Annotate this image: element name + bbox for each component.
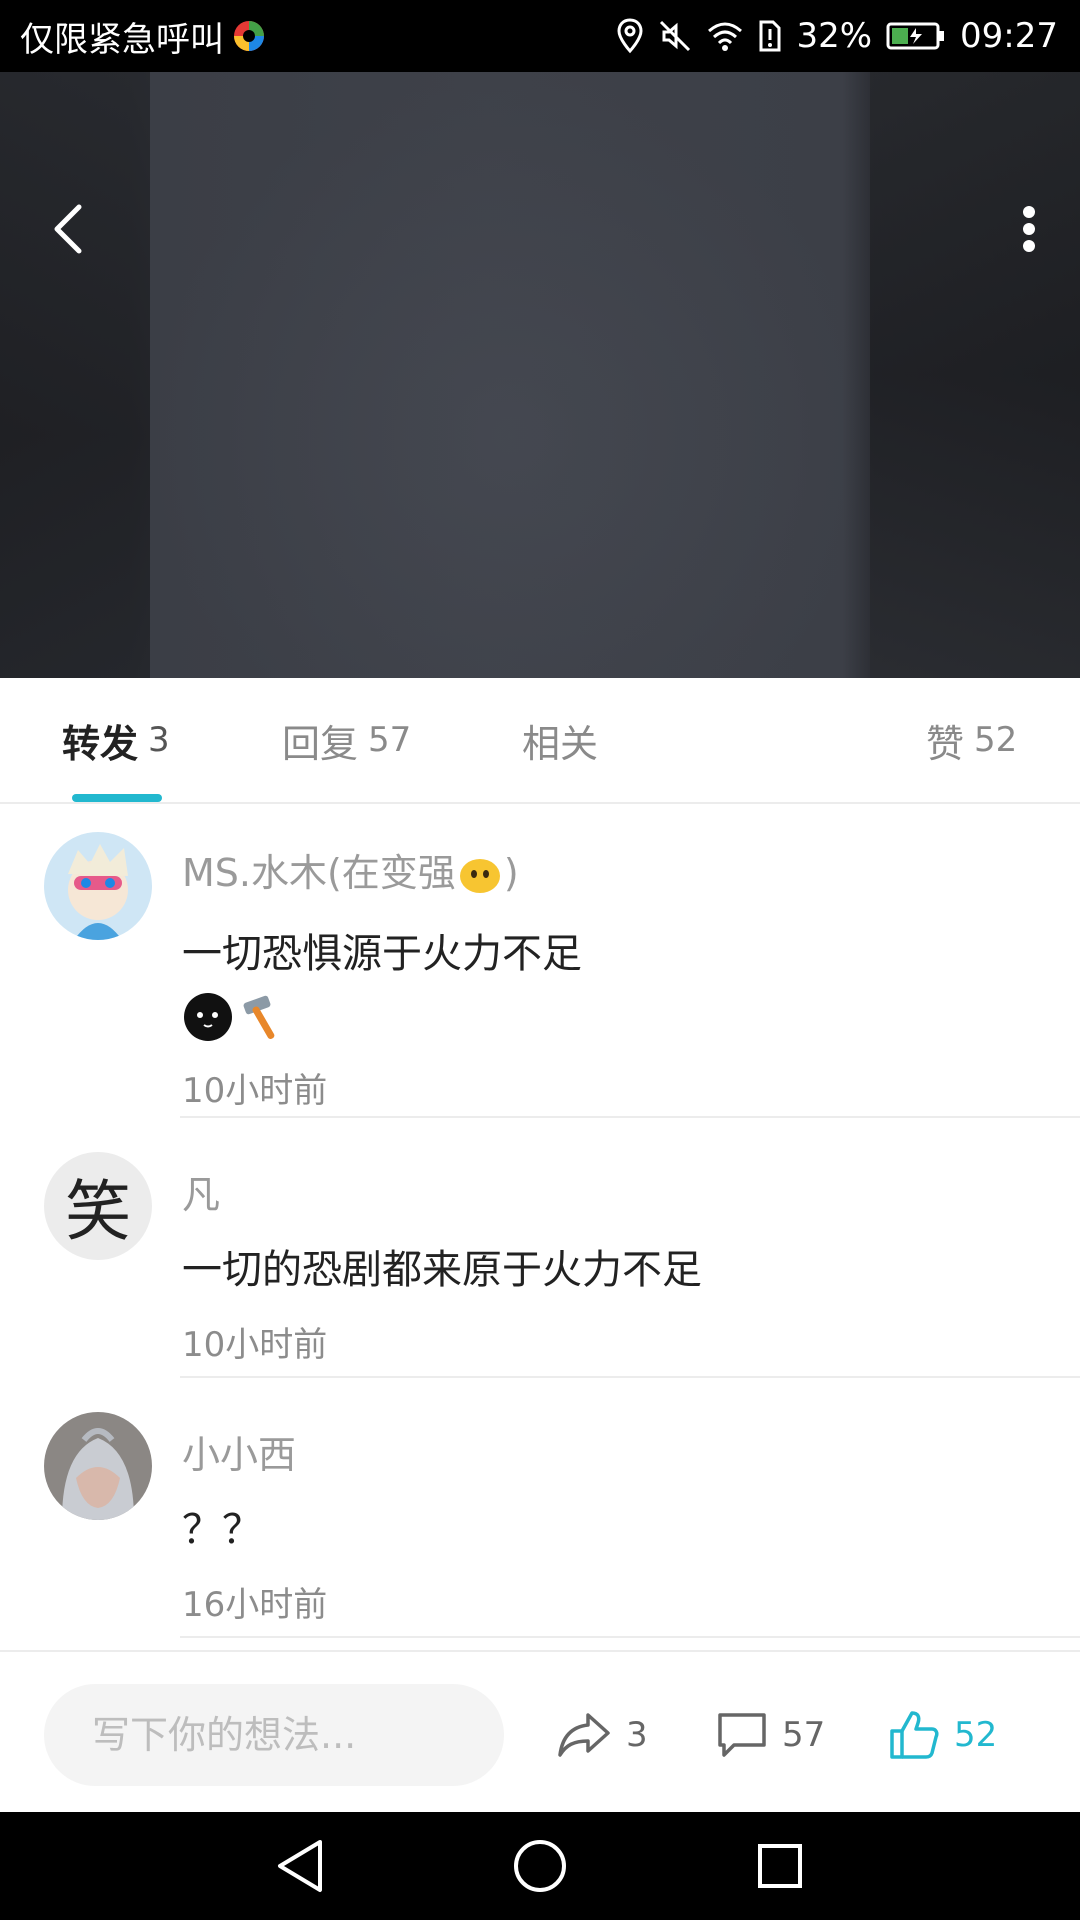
media-preview[interactable] <box>0 72 1080 678</box>
tab-count: 52 <box>974 720 1018 760</box>
tab-related[interactable]: 相关 <box>522 678 598 802</box>
sim-alert-icon <box>758 19 782 53</box>
tab-label: 转发 <box>62 721 139 766</box>
comment-button[interactable]: 57 <box>716 1684 825 1786</box>
avatar[interactable]: 笑 <box>44 1152 152 1260</box>
active-tab-indicator <box>72 794 162 802</box>
clock: 09:27 <box>960 16 1058 56</box>
author-name: MS.水木(在变强 <box>182 851 456 895</box>
dark-face-emoji-icon <box>184 993 232 1041</box>
comment-author[interactable]: 凡 <box>182 1164 702 1219</box>
hammer-emoji-icon <box>243 995 275 1039</box>
tab-bar: 转发 3 回复 57 相关 赞 52 <box>0 678 1080 804</box>
tab-likes[interactable]: 赞 52 <box>926 678 1017 802</box>
back-button[interactable] <box>38 196 96 262</box>
thumbs-up-icon <box>890 1711 939 1759</box>
chevron-left-icon <box>54 204 82 254</box>
tab-label: 相关 <box>522 721 599 766</box>
nav-home-button[interactable] <box>480 1812 600 1920</box>
tab-label: 赞 <box>926 721 965 766</box>
tab-replies[interactable]: 回复 57 <box>282 678 411 802</box>
divider <box>180 1376 1080 1378</box>
carrier-text: 仅限紧急呼叫 <box>20 19 224 60</box>
comment-text: ？？ <box>182 1507 262 1553</box>
media-shadow-left <box>0 72 150 678</box>
share-button[interactable]: 3 <box>556 1684 648 1786</box>
bottom-action-bar: 3 57 52 <box>0 1650 1080 1814</box>
app-badge-icon <box>232 19 266 53</box>
triangle-back-icon <box>278 1840 322 1892</box>
comment-stickers <box>182 989 582 1045</box>
more-vertical-icon <box>1023 206 1035 252</box>
nav-recents-button[interactable] <box>720 1812 840 1920</box>
circle-home-icon <box>514 1840 566 1892</box>
battery-icon <box>886 21 946 51</box>
comment-count: 57 <box>782 1715 826 1755</box>
comment-time: 10小时前 <box>182 1071 328 1111</box>
media-fog <box>150 72 870 678</box>
tab-count: 3 <box>148 720 170 760</box>
system-nav-bar <box>0 1812 1080 1920</box>
tab-forward[interactable]: 转发 3 <box>62 678 170 802</box>
comment-time: 16小时前 <box>182 1585 328 1625</box>
comment-input[interactable] <box>44 1684 504 1786</box>
media-shadow-right <box>870 72 1080 678</box>
more-button[interactable] <box>1014 196 1044 262</box>
divider <box>180 1636 1080 1638</box>
mute-icon <box>658 19 692 53</box>
author-name-suffix: ) <box>503 851 519 895</box>
location-icon <box>616 18 644 54</box>
status-bar: 仅限紧急呼叫 32% 09:27 <box>0 0 1080 72</box>
like-button[interactable]: 52 <box>888 1684 997 1786</box>
share-count: 3 <box>626 1715 648 1755</box>
tab-label: 回复 <box>282 721 359 766</box>
comment-icon <box>718 1713 766 1757</box>
comment-author[interactable]: 小小西 <box>182 1424 327 1479</box>
tab-count: 57 <box>368 720 412 760</box>
nav-back-button[interactable] <box>240 1812 360 1920</box>
comment-text: 一切恐惧源于火力不足 <box>182 931 582 977</box>
avatar[interactable] <box>44 832 152 940</box>
like-count: 52 <box>954 1715 998 1755</box>
avatar[interactable] <box>44 1412 152 1520</box>
comment-time: 10小时前 <box>182 1325 328 1365</box>
divider <box>180 1116 1080 1118</box>
avatar-char: 笑 <box>65 1173 131 1250</box>
square-recents-icon <box>758 1844 802 1888</box>
comment-text: 一切的恐剧都来原于火力不足 <box>182 1247 702 1293</box>
share-icon <box>558 1713 610 1757</box>
emoji-icon <box>458 854 502 903</box>
comment-author[interactable]: MS.水木(在变强) <box>182 842 582 903</box>
comment-input-box[interactable] <box>44 1684 504 1786</box>
battery-percent: 32% <box>796 16 873 56</box>
wifi-icon <box>706 20 744 52</box>
